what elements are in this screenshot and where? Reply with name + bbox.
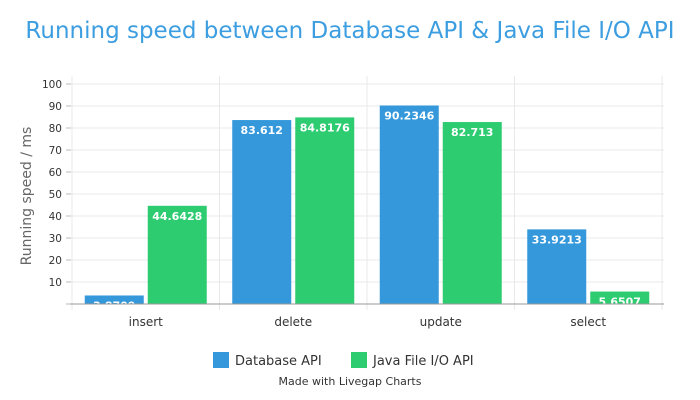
bar-java-file-i-o-api-delete [295,117,355,305]
legend-swatch-java-file-io-api [351,352,367,368]
y-tick-label: 10 [49,277,62,289]
y-tick-label: 100 [42,79,62,91]
credit-text: Made with Livegap Charts [279,375,422,388]
bar-chart: Running speed between Database API & Jav… [19,18,675,388]
legend-swatch-database-api [213,352,229,368]
x-axis-categories: insert delete update select [129,315,607,329]
data-label: 83.612 [241,124,283,137]
y-tick-label: 70 [49,145,62,157]
chart-title: Running speed between Database API & Jav… [25,18,674,44]
x-tick-label-update: update [420,315,462,329]
legend: Database API Java File I/O API [213,352,474,369]
x-tick-label-select: select [570,315,606,329]
data-label: 90.2346 [384,109,434,122]
bar-database-api-delete [232,120,292,305]
legend-label-database-api: Database API [235,354,322,369]
y-axis-ticks: 10 20 30 40 50 60 70 80 90 100 [42,79,71,305]
x-tick-label-insert: insert [129,315,164,329]
y-tick-label: 90 [49,101,62,113]
x-tick-label-delete: delete [274,315,312,329]
y-tick-label: 30 [49,233,62,245]
y-tick-label: 20 [49,255,62,267]
y-tick-label: 40 [49,211,62,223]
data-label: 33.9213 [532,233,582,246]
data-label: 84.8176 [300,121,350,134]
y-axis-label: Running speed / ms [19,127,35,266]
bar-java-file-i-o-api-update [442,122,502,304]
data-label: 44.6428 [152,210,202,223]
y-tick-label: 80 [49,123,62,135]
data-label: 5.6507 [599,296,641,309]
data-label: 3.8709 [93,299,135,312]
legend-label-java-file-io-api: Java File I/O API [372,354,474,369]
y-tick-label: 50 [49,189,62,201]
bar-database-api-update [379,105,439,304]
y-tick-label: 60 [49,167,62,179]
data-label: 82.713 [451,126,493,139]
